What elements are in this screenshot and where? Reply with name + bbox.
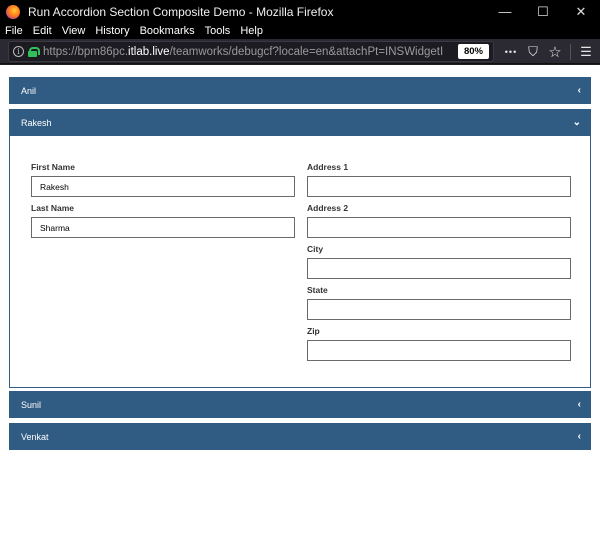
url-prefix: https://bpm86pc. <box>43 45 129 58</box>
first-name-label: First Name <box>31 162 75 172</box>
address1-input[interactable] <box>307 176 571 197</box>
accordion-label: Venkat <box>21 431 49 442</box>
url-suffix: /teamworks/debugcf?locale=en&attachPt=IN… <box>169 45 443 58</box>
title-bar: Run Accordion Section Composite Demo - M… <box>0 0 600 23</box>
zoom-level-button[interactable]: 80% <box>457 44 489 59</box>
url-bar[interactable]: i https://bpm86pc.itlab.live/teamworks/d… <box>8 41 494 62</box>
page-content: Anil ‹ Rakesh ⌄ First Name Rakesh Last N… <box>0 65 600 539</box>
browser-window: Run Accordion Section Composite Demo - M… <box>0 0 600 539</box>
chevron-left-icon: ‹ <box>577 431 581 442</box>
accordion-header-anil[interactable]: Anil ‹ <box>9 77 591 104</box>
maximize-button[interactable]: ☐ <box>524 0 562 23</box>
hamburger-menu-icon[interactable]: ☰ <box>575 41 597 63</box>
state-input[interactable] <box>307 299 571 320</box>
menu-bookmarks[interactable]: Bookmarks <box>135 23 200 39</box>
address1-label: Address 1 <box>307 162 349 172</box>
lock-icon[interactable] <box>28 46 40 57</box>
accordion-header-venkat[interactable]: Venkat ‹ <box>9 423 591 450</box>
info-icon[interactable]: i <box>13 46 24 57</box>
toolbar-separator <box>570 43 571 60</box>
accordion-label: Rakesh <box>21 117 52 128</box>
accordion-header-sunil[interactable]: Sunil ‹ <box>9 391 591 418</box>
menu-view[interactable]: View <box>57 23 91 39</box>
accordion-label: Sunil <box>21 399 42 410</box>
state-label: State <box>307 285 328 295</box>
zip-label: Zip <box>307 326 320 336</box>
menu-bar: File Edit View History Bookmarks Tools H… <box>0 23 600 39</box>
chevron-down-icon: ⌄ <box>572 117 581 128</box>
address2-label: Address 2 <box>307 203 349 213</box>
first-name-input[interactable]: Rakesh <box>31 176 295 197</box>
menu-edit[interactable]: Edit <box>28 23 57 39</box>
address2-input[interactable] <box>307 217 571 238</box>
accordion-body-rakesh: First Name Rakesh Last Name Sharma Addre… <box>9 136 591 388</box>
chevron-left-icon: ‹ <box>577 399 581 410</box>
last-name-label: Last Name <box>31 203 74 213</box>
menu-tools[interactable]: Tools <box>200 23 236 39</box>
window-title: Run Accordion Section Composite Demo - M… <box>28 4 334 19</box>
accordion-label: Anil <box>21 85 37 96</box>
last-name-input[interactable]: Sharma <box>31 217 295 238</box>
menu-history[interactable]: History <box>90 23 134 39</box>
navigation-bar: i https://bpm86pc.itlab.live/teamworks/d… <box>0 39 600 64</box>
firefox-logo-icon <box>6 4 20 19</box>
zip-input[interactable] <box>307 340 571 361</box>
close-button[interactable]: ✕ <box>562 0 600 23</box>
minimize-button[interactable]: — <box>486 0 524 23</box>
more-actions-icon[interactable]: ••• <box>500 41 522 63</box>
bookmark-star-icon[interactable]: ☆ <box>544 41 566 63</box>
menu-help[interactable]: Help <box>235 23 268 39</box>
url-text[interactable]: https://bpm86pc.itlab.live/teamworks/deb… <box>43 46 443 58</box>
url-domain: itlab.live <box>128 45 170 58</box>
accordion-header-rakesh[interactable]: Rakesh ⌄ <box>9 109 591 136</box>
chevron-left-icon: ‹ <box>577 85 581 96</box>
city-label: City <box>307 244 324 254</box>
menu-file[interactable]: File <box>0 23 28 39</box>
city-input[interactable] <box>307 258 571 279</box>
pocket-icon[interactable]: ⛉ <box>522 41 544 63</box>
